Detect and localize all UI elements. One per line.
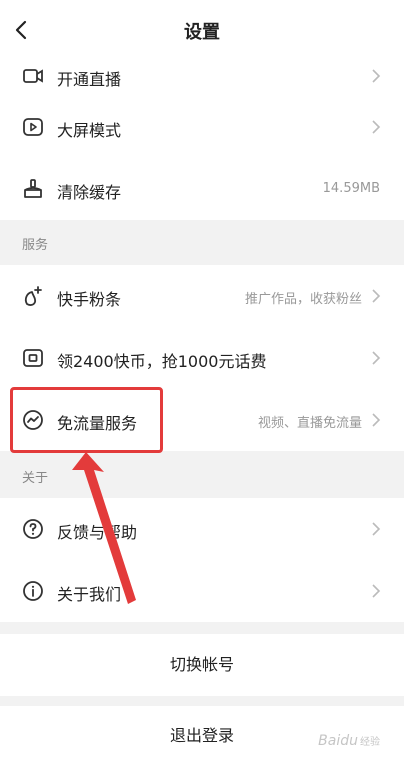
row-label: 快手粉条 <box>57 290 122 309</box>
help-circle-icon <box>21 517 45 541</box>
settings-row-about-us[interactable]: 关于我们 <box>0 560 404 622</box>
section-header-about: 关于 <box>22 471 49 486</box>
cache-size-value: 14.59MB <box>322 181 380 196</box>
chevron-right-icon <box>372 120 381 134</box>
coin-card-icon <box>21 346 45 370</box>
row-label: 关于我们 <box>57 585 122 604</box>
row-hint: 视频、直播免流量 <box>257 416 362 431</box>
watermark-sub: 经验 <box>360 737 380 748</box>
chevron-right-icon <box>372 351 381 365</box>
row-label: 大屏模式 <box>57 121 122 140</box>
camera-icon <box>21 64 45 88</box>
settings-row-fans[interactable]: 快手粉条 推广作品，收获粉丝 <box>0 265 404 327</box>
video-play-icon <box>21 115 45 139</box>
row-label: 清除缓存 <box>57 183 122 202</box>
chevron-right-icon <box>372 413 381 427</box>
row-label: 领2400快币，抢1000元话费 <box>57 352 267 371</box>
switch-account-button[interactable]: 切换帐号 <box>0 634 404 696</box>
info-circle-icon <box>21 579 45 603</box>
watermark-text: Baidu <box>318 733 358 749</box>
settings-row-bigscreen[interactable]: 大屏模式 <box>0 96 404 158</box>
chevron-right-icon <box>372 584 381 598</box>
page-title: 设置 <box>184 22 220 43</box>
trend-circle-icon <box>21 408 45 432</box>
chevron-right-icon <box>372 69 381 83</box>
settings-row-feedback[interactable]: 反馈与帮助 <box>0 498 404 560</box>
settings-row-coins[interactable]: 领2400快币，抢1000元话费 <box>0 327 404 389</box>
row-label: 开通直播 <box>57 70 122 89</box>
settings-row-clear-cache[interactable]: 清除缓存 14.59MB <box>0 158 404 220</box>
chevron-right-icon <box>372 289 381 303</box>
baidu-watermark: Baidu 经验 <box>318 733 380 749</box>
row-label: 免流量服务 <box>57 414 138 433</box>
row-hint: 推广作品，收获粉丝 <box>244 292 362 307</box>
header-bar: 设置 <box>0 0 404 60</box>
settings-row-free-data[interactable]: 免流量服务 视频、直播免流量 <box>0 389 404 451</box>
chevron-right-icon <box>372 522 381 536</box>
section-header-services: 服务 <box>22 238 49 253</box>
rocket-plus-icon <box>21 284 45 308</box>
broom-icon <box>21 177 45 201</box>
row-label: 反馈与帮助 <box>57 523 138 542</box>
